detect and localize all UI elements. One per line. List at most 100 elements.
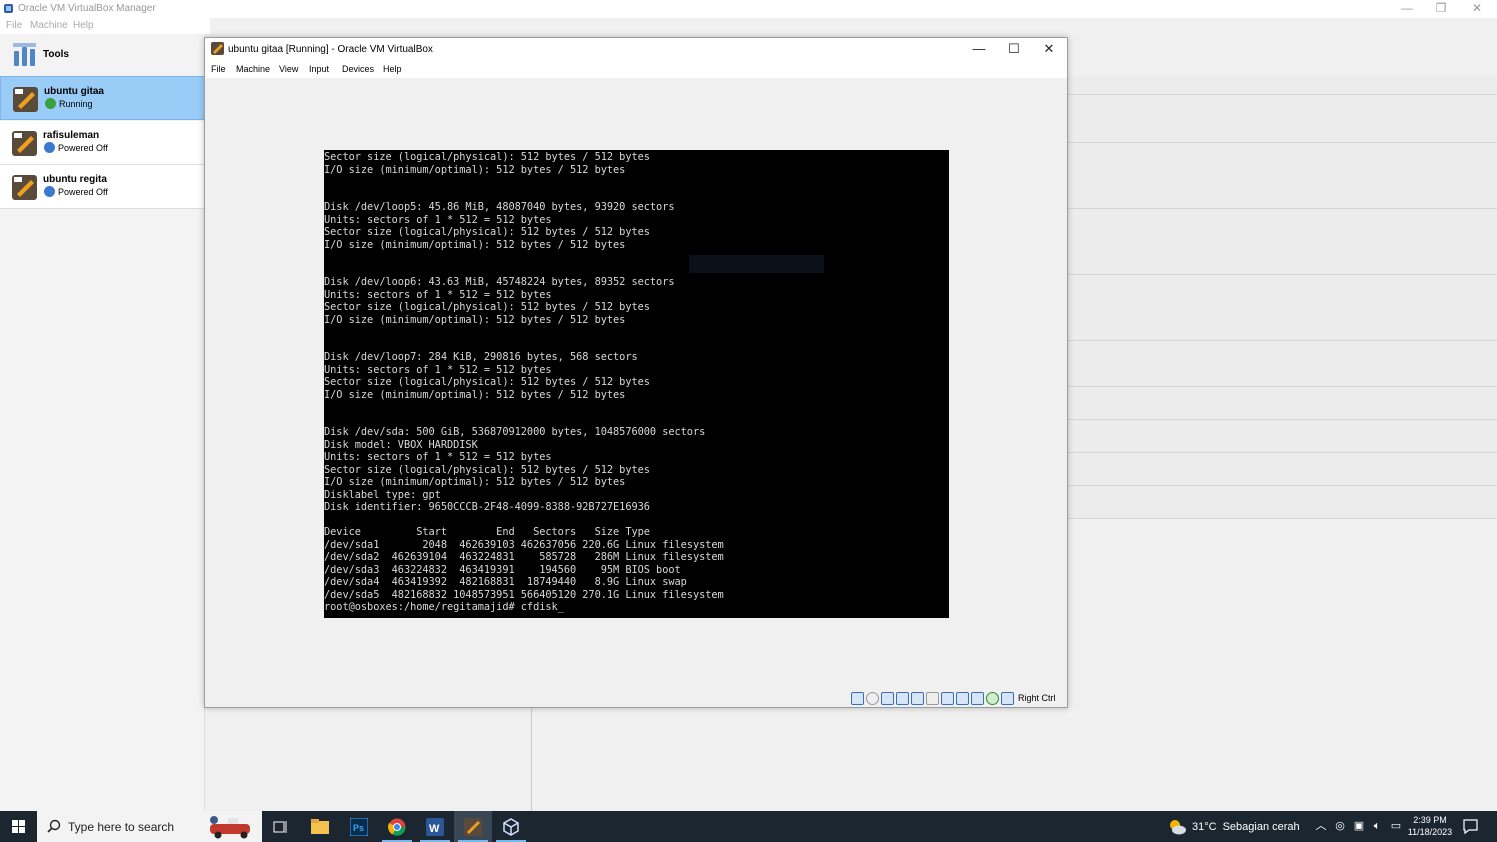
details-row (1068, 95, 1497, 143)
vm-state-label: Powered Off (58, 142, 108, 153)
vm-menu-help[interactable]: Help (383, 64, 402, 74)
tray-app-icon[interactable]: ◎ (1333, 819, 1347, 833)
speaker-icon[interactable]: 🔈︎ (1370, 819, 1384, 833)
taskbar-chrome[interactable] (378, 811, 416, 842)
host-key-label: Right Ctrl (1018, 693, 1056, 703)
terminal-line: Disk /dev/loop7: 284 KiB, 290816 bytes, … (324, 351, 638, 363)
terminal-line: root@osboxes:/home/regitamajid# cfdisk_ (324, 601, 564, 613)
vm-window-title: ubuntu gitaa [Running] - Oracle VM Virtu… (228, 44, 433, 55)
manager-menu-help[interactable]: Help (73, 20, 94, 31)
search-placeholder: Type here to search (68, 820, 175, 834)
tools-label: Tools (43, 49, 69, 60)
clock-time: 2:39 PM (1413, 815, 1447, 825)
virtualbox-app-icon (4, 4, 13, 13)
cpu-icon[interactable] (971, 691, 984, 705)
manager-close-button[interactable]: ✕ (1461, 0, 1493, 18)
terminal-line: Sector size (logical/physical): 512 byte… (324, 151, 650, 163)
terminal-line: /dev/sda4 463419392 482168831 18749440 8… (324, 576, 687, 588)
vm-list-item-ubuntu-regita[interactable]: ubuntu regita Powered Off (0, 165, 205, 209)
recording-icon[interactable] (956, 691, 969, 705)
manager-details-panel (1068, 76, 1497, 536)
taskbar-photoshop[interactable]: Ps (340, 811, 378, 842)
running-arrow-icon (45, 98, 56, 109)
details-row (1068, 486, 1497, 519)
word-icon: W (426, 817, 444, 836)
terminal-line: I/O size (minimum/optimal): 512 bytes / … (324, 238, 626, 251)
terminal-line: /dev/sda1 2048 462639103 462637056 220.6… (324, 538, 724, 551)
notification-center-icon[interactable] (1462, 818, 1479, 835)
ubuntu-vm-icon (211, 42, 224, 55)
terminal-line: Sector size (logical/physical): 512 byte… (324, 301, 650, 313)
vm-list-item-rafisuleman[interactable]: rafisuleman Powered Off (0, 121, 205, 165)
vm-menu-devices[interactable]: Devices (342, 64, 374, 74)
details-row (1068, 453, 1497, 486)
powered-off-icon (44, 142, 55, 153)
taskbar-file-explorer[interactable] (301, 811, 339, 842)
network-icon[interactable] (896, 691, 909, 705)
start-button[interactable] (0, 811, 37, 842)
windows-logo-icon (12, 820, 25, 833)
vm-state-label: Running (59, 98, 93, 109)
shared-folders-icon[interactable] (926, 691, 939, 705)
panel-divider (531, 708, 532, 811)
weather-temperature: 31°C (1192, 821, 1217, 833)
audio-icon[interactable] (881, 691, 894, 705)
ubuntu-os-icon (12, 131, 37, 156)
manager-restore-button[interactable]: ❐ (1425, 0, 1457, 18)
ubuntu-os-icon (12, 175, 37, 200)
optical-drive-icon[interactable] (866, 691, 879, 705)
vm-list-item-ubuntu-gitaa[interactable]: ubuntu gitaa Running (0, 76, 205, 120)
details-row (1068, 341, 1497, 387)
vm-menu-machine[interactable]: Machine (236, 64, 270, 74)
tray-monitor-icon[interactable]: ▣ (1352, 819, 1366, 833)
terminal-line: Disk /dev/loop6: 43.63 MiB, 45748224 byt… (324, 276, 675, 288)
vm-menu-view[interactable]: View (279, 64, 298, 74)
details-row (1068, 387, 1497, 420)
manager-menu-machine[interactable]: Machine (30, 20, 68, 31)
vm-menu-input[interactable]: Input (309, 64, 329, 74)
taskbar-word[interactable]: W (416, 811, 454, 842)
guest-additions-icon[interactable] (986, 691, 999, 705)
folder-icon (311, 819, 329, 834)
display-icon[interactable] (941, 691, 954, 705)
terminal-line: Disk /dev/loop5: 45.86 MiB, 48087040 byt… (324, 201, 675, 213)
taskbar-clock[interactable]: 2:39 PM 11/18/2023 (1400, 814, 1460, 838)
vm-close-button[interactable]: ✕ (1031, 38, 1067, 60)
vm-statusbar: Right Ctrl (851, 690, 1065, 706)
taskbar-virtualbox-vm[interactable] (454, 811, 492, 842)
tools-item[interactable]: Tools (0, 34, 205, 76)
taskbar-search-box[interactable]: Type here to search (37, 811, 262, 842)
vm-maximize-button[interactable]: ☐ (996, 38, 1032, 60)
virtualbox-cube-icon (503, 817, 519, 836)
weather-description: Sebagian cerah (1222, 821, 1300, 833)
terminal-line: Sector size (logical/physical): 512 byte… (324, 463, 650, 476)
vm-guest-screen[interactable]: Sector size (logical/physical): 512 byte… (324, 150, 949, 618)
chevron-up-icon[interactable]: ︿ (1314, 819, 1328, 833)
vm-name: ubuntu gitaa (44, 86, 104, 97)
terminal-line: Disk identifier: 9650CCCB-2F48-4099-8388… (324, 501, 650, 513)
vm-minimize-button[interactable]: — (961, 38, 997, 60)
weather-widget[interactable]: 31°C Sebagian cerah (1168, 819, 1300, 835)
mouse-integration-icon[interactable] (1001, 691, 1014, 705)
vm-menubar: File Machine View Input Devices Help (205, 60, 1067, 78)
powered-off-icon (44, 186, 55, 197)
taskbar-task-view[interactable] (262, 811, 300, 842)
terminal-line: I/O size (minimum/optimal): 512 bytes / … (324, 163, 626, 176)
manager-sidebar: Tools ubuntu gitaa Running rafisuleman P… (0, 34, 205, 811)
details-row (1068, 76, 1497, 95)
terminal-line: Units: sectors of 1 * 512 = 512 bytes (324, 288, 552, 301)
terminal-line: Device Start End Sectors Size Type (324, 526, 650, 538)
vm-menu-file[interactable]: File (211, 64, 226, 74)
usb-icon[interactable] (911, 691, 924, 705)
manager-menu-file[interactable]: File (6, 20, 22, 31)
taskbar-virtualbox-manager[interactable] (492, 811, 530, 842)
ubuntu-os-icon (13, 87, 38, 112)
search-icon (47, 819, 61, 833)
manager-minimize-button[interactable]: — (1391, 0, 1423, 18)
hard-disk-icon[interactable] (851, 691, 864, 705)
